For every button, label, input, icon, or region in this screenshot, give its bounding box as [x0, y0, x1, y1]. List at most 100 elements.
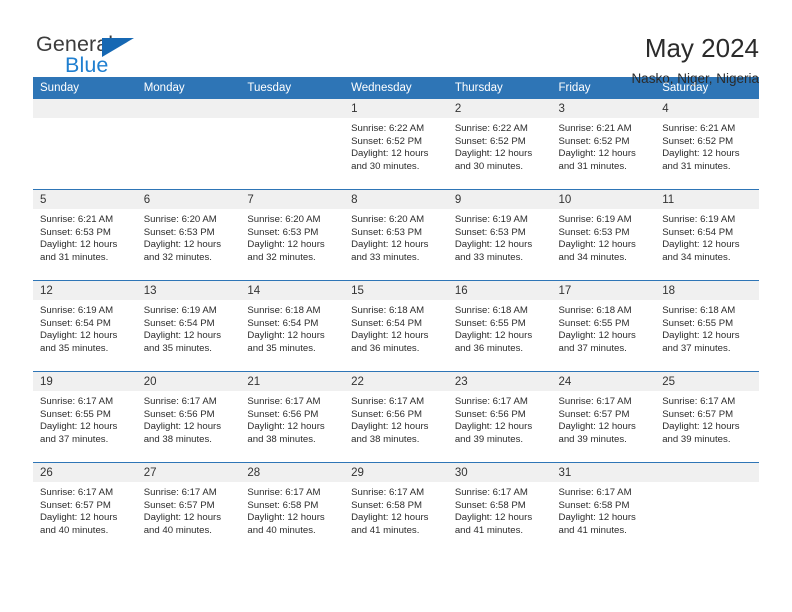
- day-cell-content: 14 Sunrise: 6:18 AM Sunset: 6:54 PM Dayligh…: [240, 281, 345, 371]
- daylight-text-line2: and 39 minutes.: [558, 433, 627, 445]
- daylight-text-line2: and 35 minutes.: [247, 342, 316, 354]
- calendar-day-cell[interactable]: 20 Sunrise: 6:17 AM Sunset: 6:56 PM Dayligh…: [136, 371, 241, 463]
- sunrise-text: Sunrise: 6:17 AM: [558, 487, 632, 498]
- sunset-text: Sunset: 6:52 PM: [454, 135, 526, 147]
- day-number: [33, 99, 137, 118]
- day-number: 17: [551, 281, 656, 300]
- day-sun-info: Sunrise: 6:20 AM Sunset: 6:53 PM Daylight:…: [137, 209, 241, 264]
- sunrise-text: Sunrise: 6:19 AM: [40, 305, 114, 316]
- calendar-day-cell[interactable]: 31 Sunrise: 6:17 AM Sunset: 6:58 PM Dayligh…: [551, 462, 656, 553]
- sunset-text: Sunset: 6:54 PM: [351, 317, 423, 329]
- calendar-day-cell[interactable]: 27 Sunrise: 6:17 AM Sunset: 6:57 PM Dayligh…: [136, 462, 241, 553]
- daylight-text-line1: Daylight: 12 hours: [454, 239, 533, 251]
- daylight-text-line1: Daylight: 12 hours: [247, 330, 325, 342]
- calendar-day-cell[interactable]: 19 Sunrise: 6:17 AM Sunset: 6:55 PM Dayligh…: [33, 371, 137, 463]
- calendar-day-cell[interactable]: 4 Sunrise: 6:21 AM Sunset: 6:52 PM Daylight…: [655, 99, 759, 190]
- sunrise-text: Sunrise: 6:21 AM: [558, 123, 632, 134]
- sunrise-text: Sunrise: 6:18 AM: [662, 305, 736, 316]
- calendar-day-cell[interactable]: 26 Sunrise: 6:17 AM Sunset: 6:57 PM Dayligh…: [33, 462, 137, 553]
- daylight-text-line1: Daylight: 12 hours: [351, 421, 429, 433]
- calendar-day-cell[interactable]: 25 Sunrise: 6:17 AM Sunset: 6:57 PM Dayligh…: [655, 371, 759, 463]
- day-sun-info: Sunrise: 6:17 AM Sunset: 6:56 PM Daylight:…: [344, 391, 448, 446]
- calendar-day-cell[interactable]: 28 Sunrise: 6:17 AM Sunset: 6:58 PM Dayligh…: [240, 462, 345, 553]
- calendar-day-cell[interactable]: 16 Sunrise: 6:18 AM Sunset: 6:55 PM Dayligh…: [447, 280, 552, 372]
- sunset-text: Sunset: 6:54 PM: [247, 317, 319, 329]
- daylight-text-line1: Daylight: 12 hours: [558, 512, 636, 524]
- calendar-day-cell-empty: [240, 99, 345, 190]
- calendar-day-cell[interactable]: 29 Sunrise: 6:17 AM Sunset: 6:58 PM Dayligh…: [344, 462, 448, 553]
- daylight-text-line1: Daylight: 12 hours: [662, 148, 740, 160]
- day-cell-content: 15 Sunrise: 6:18 AM Sunset: 6:54 PM Dayligh…: [344, 281, 448, 371]
- day-cell-content: 26 Sunrise: 6:17 AM Sunset: 6:57 PM Dayligh…: [33, 463, 137, 553]
- daylight-text-line1: Daylight: 12 hours: [351, 148, 429, 160]
- day-number: 20: [136, 372, 241, 391]
- sunrise-text: Sunrise: 6:17 AM: [351, 396, 425, 407]
- calendar-day-cell[interactable]: 24 Sunrise: 6:17 AM Sunset: 6:57 PM Dayligh…: [551, 371, 656, 463]
- weekday-header-thursday: Thursday: [447, 77, 552, 99]
- day-cell-content: 16 Sunrise: 6:18 AM Sunset: 6:55 PM Dayligh…: [447, 281, 552, 371]
- sunrise-text: Sunrise: 6:17 AM: [558, 396, 632, 407]
- sunset-text: Sunset: 6:56 PM: [143, 408, 215, 420]
- day-number: 27: [136, 463, 241, 482]
- day-sun-info: Sunrise: 6:19 AM Sunset: 6:54 PM Daylight:…: [655, 209, 759, 264]
- day-cell-content: 20 Sunrise: 6:17 AM Sunset: 6:56 PM Dayligh…: [136, 372, 241, 462]
- sunrise-text: Sunrise: 6:18 AM: [558, 305, 632, 316]
- day-cell-content: 22 Sunrise: 6:17 AM Sunset: 6:56 PM Dayligh…: [344, 372, 448, 462]
- day-sun-info: Sunrise: 6:20 AM Sunset: 6:53 PM Daylight:…: [240, 209, 344, 264]
- daylight-text-line2: and 31 minutes.: [558, 160, 627, 172]
- sunrise-text: Sunrise: 6:17 AM: [454, 396, 528, 407]
- day-cell-content: 23 Sunrise: 6:17 AM Sunset: 6:56 PM Dayligh…: [447, 372, 552, 462]
- day-cell-content: 29 Sunrise: 6:17 AM Sunset: 6:58 PM Dayligh…: [344, 463, 448, 553]
- sunrise-text: Sunrise: 6:20 AM: [247, 214, 321, 225]
- day-sun-info: Sunrise: 6:17 AM Sunset: 6:55 PM Daylight:…: [33, 391, 137, 446]
- day-cell-content: 4 Sunrise: 6:21 AM Sunset: 6:52 PM Daylight…: [655, 99, 759, 189]
- daylight-text-line1: Daylight: 12 hours: [558, 330, 636, 342]
- calendar-day-cell[interactable]: 23 Sunrise: 6:17 AM Sunset: 6:56 PM Dayligh…: [447, 371, 552, 463]
- daylight-text-line2: and 39 minutes.: [662, 433, 731, 445]
- sunset-text: Sunset: 6:53 PM: [40, 226, 111, 238]
- day-cell-content: [33, 99, 137, 189]
- brand-logo[interactable]: General Blue: [36, 33, 166, 82]
- daylight-text-line2: and 31 minutes.: [40, 251, 109, 263]
- day-number: 3: [551, 99, 656, 118]
- day-sun-info: Sunrise: 6:17 AM Sunset: 6:57 PM Daylight:…: [137, 482, 241, 537]
- calendar-day-cell[interactable]: 22 Sunrise: 6:17 AM Sunset: 6:56 PM Dayligh…: [344, 371, 448, 463]
- calendar-day-cell-empty: [136, 99, 241, 190]
- calendar-day-cell-empty: [33, 99, 137, 190]
- daylight-text-line2: and 33 minutes.: [351, 251, 420, 263]
- calendar-day-cell[interactable]: 21 Sunrise: 6:17 AM Sunset: 6:56 PM Dayligh…: [240, 371, 345, 463]
- day-sun-info: Sunrise: 6:21 AM Sunset: 6:52 PM Daylight:…: [655, 118, 759, 173]
- day-sun-info: Sunrise: 6:19 AM Sunset: 6:54 PM Daylight:…: [137, 300, 241, 355]
- calendar-day-cell[interactable]: 7 Sunrise: 6:20 AM Sunset: 6:53 PM Daylight…: [240, 189, 345, 281]
- sunset-text: Sunset: 6:58 PM: [351, 499, 423, 511]
- daylight-text-line1: Daylight: 12 hours: [558, 148, 636, 160]
- calendar-day-cell[interactable]: 5 Sunrise: 6:21 AM Sunset: 6:53 PM Daylight…: [33, 189, 137, 281]
- sunrise-text: Sunrise: 6:18 AM: [454, 305, 528, 316]
- calendar-day-cell[interactable]: 9 Sunrise: 6:19 AM Sunset: 6:53 PM Daylight…: [447, 189, 552, 281]
- calendar-day-cell[interactable]: 14 Sunrise: 6:18 AM Sunset: 6:54 PM Dayligh…: [240, 280, 345, 372]
- sunrise-text: Sunrise: 6:17 AM: [247, 396, 321, 407]
- daylight-text-line2: and 40 minutes.: [40, 524, 109, 536]
- calendar-day-cell[interactable]: 17 Sunrise: 6:18 AM Sunset: 6:55 PM Dayligh…: [551, 280, 656, 372]
- calendar-day-cell[interactable]: 15 Sunrise: 6:18 AM Sunset: 6:54 PM Dayligh…: [344, 280, 448, 372]
- calendar-day-cell[interactable]: 12 Sunrise: 6:19 AM Sunset: 6:54 PM Dayligh…: [33, 280, 137, 372]
- calendar-day-cell[interactable]: 13 Sunrise: 6:19 AM Sunset: 6:54 PM Dayligh…: [136, 280, 241, 372]
- calendar-day-cell[interactable]: 3 Sunrise: 6:21 AM Sunset: 6:52 PM Daylight…: [551, 99, 656, 190]
- calendar-day-cell[interactable]: 8 Sunrise: 6:20 AM Sunset: 6:53 PM Daylight…: [344, 189, 448, 281]
- day-cell-content: 21 Sunrise: 6:17 AM Sunset: 6:56 PM Dayligh…: [240, 372, 345, 462]
- day-sun-info: Sunrise: 6:19 AM Sunset: 6:53 PM Daylight:…: [552, 209, 656, 264]
- calendar-day-cell[interactable]: 10 Sunrise: 6:19 AM Sunset: 6:53 PM Dayligh…: [551, 189, 656, 281]
- daylight-text-line2: and 37 minutes.: [558, 342, 627, 354]
- calendar-day-cell[interactable]: 11 Sunrise: 6:19 AM Sunset: 6:54 PM Dayligh…: [655, 189, 759, 281]
- calendar-day-cell[interactable]: 1 Sunrise: 6:22 AM Sunset: 6:52 PM Daylight…: [344, 99, 448, 190]
- sunset-text: Sunset: 6:57 PM: [662, 408, 734, 420]
- sunrise-text: Sunrise: 6:17 AM: [143, 396, 217, 407]
- calendar-day-cell[interactable]: 18 Sunrise: 6:18 AM Sunset: 6:55 PM Dayligh…: [655, 280, 759, 372]
- day-number: 4: [655, 99, 759, 118]
- calendar-week-row: 19 Sunrise: 6:17 AM Sunset: 6:55 PM Dayligh…: [33, 371, 759, 463]
- calendar-day-cell[interactable]: 30 Sunrise: 6:17 AM Sunset: 6:58 PM Dayligh…: [447, 462, 552, 553]
- sunset-text: Sunset: 6:58 PM: [558, 499, 630, 511]
- calendar-day-cell[interactable]: 2 Sunrise: 6:22 AM Sunset: 6:52 PM Daylight…: [447, 99, 552, 190]
- calendar-day-cell[interactable]: 6 Sunrise: 6:20 AM Sunset: 6:53 PM Daylight…: [136, 189, 241, 281]
- day-sun-info: Sunrise: 6:18 AM Sunset: 6:54 PM Daylight:…: [344, 300, 448, 355]
